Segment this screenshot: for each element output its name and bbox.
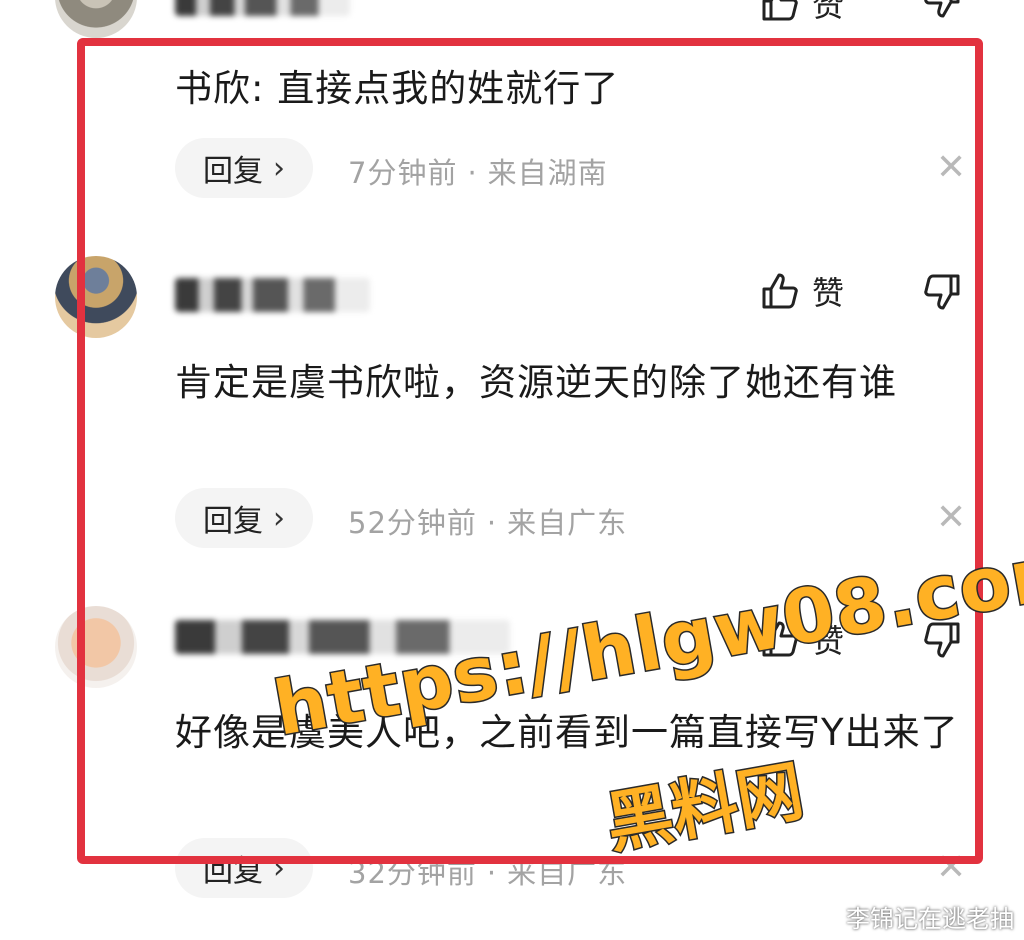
thumbs-down-icon [922, 0, 962, 20]
credit-text: 李锦记在逃老抽 [846, 905, 1014, 933]
avatar[interactable] [55, 0, 137, 38]
highlight-box [77, 38, 983, 864]
thumbs-up-icon [760, 0, 800, 23]
dislike-button[interactable] [922, 0, 962, 20]
like-label: 赞 [812, 0, 845, 24]
username-blurred[interactable] [175, 0, 350, 16]
credit-watermark: 李锦记在逃老抽 [806, 899, 1014, 934]
like-button[interactable]: 赞 [760, 0, 844, 26]
weibo-logo-icon [806, 901, 840, 933]
